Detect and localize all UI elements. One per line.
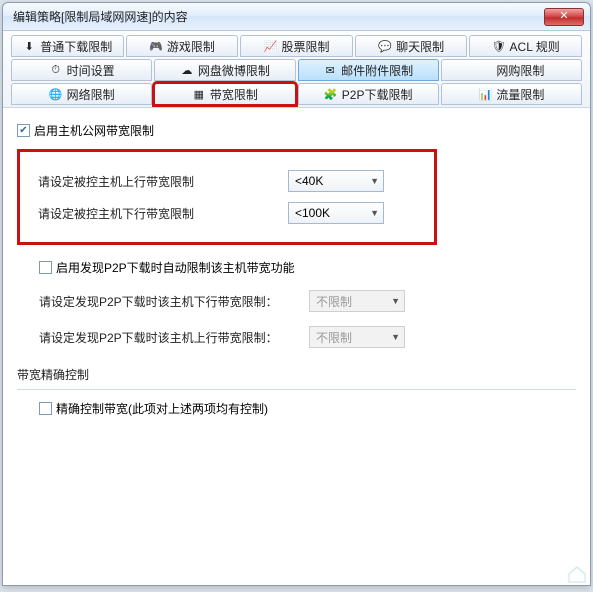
p2p-down-value: 不限制 <box>316 293 352 310</box>
precise-checkbox[interactable] <box>39 402 52 415</box>
tab-network-limit[interactable]: 🌐 网络限制 <box>11 83 152 105</box>
content-panel: ✔ 启用主机公网带宽限制 请设定被控主机上行带宽限制 <40K ▼ 请设定被控主… <box>3 108 590 584</box>
close-button[interactable]: ✕ <box>544 8 584 26</box>
house-icon <box>567 564 587 584</box>
precise-label: 精确控制带宽(此项对上述两项均有控制) <box>56 400 268 417</box>
p2p-icon: 🧩 <box>324 87 338 101</box>
p2p-down-select: 不限制 ▼ <box>309 290 405 312</box>
tab-time-setting[interactable]: ⏱ 时间设置 <box>11 59 152 81</box>
tab-game-limit[interactable]: 🎮 游戏限制 <box>126 35 239 57</box>
chevron-down-icon: ▼ <box>370 208 379 218</box>
chevron-down-icon: ▼ <box>391 332 400 342</box>
clock-icon: ⏱ <box>49 63 63 77</box>
downlink-value: <100K <box>295 206 330 220</box>
watermark <box>567 564 587 584</box>
titlebar: 编辑策略[限制局域网网速]的内容 ✕ <box>3 3 590 31</box>
divider <box>17 389 576 390</box>
tab-label: 时间设置 <box>67 62 115 79</box>
tab-label: P2P下载限制 <box>342 86 413 103</box>
p2p-auto-checkbox[interactable] <box>39 261 52 274</box>
uplink-label: 请设定被控主机上行带宽限制 <box>38 173 288 190</box>
tab-traffic-limit[interactable]: 📊 流量限制 <box>441 83 582 105</box>
tab-mail-attachment[interactable]: ✉ 邮件附件限制 <box>298 59 439 81</box>
p2p-auto-row: 启用发现P2P下载时自动限制该主机带宽功能 <box>39 259 576 276</box>
chevron-down-icon: ▼ <box>391 296 400 306</box>
precise-group-title: 带宽精确控制 <box>17 366 576 383</box>
tab-shopping-limit[interactable]: 网购限制 <box>441 59 582 81</box>
tab-label: ACL 规则 <box>510 38 560 55</box>
p2p-up-select: 不限制 ▼ <box>309 326 405 348</box>
window-title: 编辑策略[限制局域网网速]的内容 <box>13 8 188 25</box>
stock-icon: 📈 <box>263 39 277 53</box>
p2p-down-label: 请设定发现P2P下载时该主机下行带宽限制： <box>39 293 309 310</box>
tab-label: 普通下载限制 <box>40 38 112 55</box>
downlink-row: 请设定被控主机下行带宽限制 <100K ▼ <box>38 202 416 224</box>
cloud-icon: ☁ <box>180 63 194 77</box>
chat-icon: 💬 <box>378 39 392 53</box>
tab-label: 网络限制 <box>67 86 115 103</box>
tab-label: 游戏限制 <box>167 38 215 55</box>
chevron-down-icon: ▼ <box>370 176 379 186</box>
p2p-up-row: 请设定发现P2P下载时该主机上行带宽限制： 不限制 ▼ <box>39 326 576 348</box>
globe-icon: 🌐 <box>49 87 63 101</box>
tabstrip: ⬇ 普通下载限制 🎮 游戏限制 📈 股票限制 💬 聊天限制 🛡 ACL 规则 ⏱ 时间设置 … <box>3 31 590 108</box>
tab-chat-limit[interactable]: 💬 聊天限制 <box>355 35 468 57</box>
download-icon: ⬇ <box>22 39 36 53</box>
p2p-down-row: 请设定发现P2P下载时该主机下行带宽限制： 不限制 ▼ <box>39 290 576 312</box>
tab-label: 网盘微博限制 <box>198 62 270 79</box>
tab-label: 聊天限制 <box>396 38 444 55</box>
tab-netdisk-weibo[interactable]: ☁ 网盘微博限制 <box>154 59 295 81</box>
tab-stock-limit[interactable]: 📈 股票限制 <box>240 35 353 57</box>
uplink-value: <40K <box>295 174 323 188</box>
tab-row-2: ⏱ 时间设置 ☁ 网盘微博限制 ✉ 邮件附件限制 网购限制 <box>11 59 582 81</box>
shield-icon: 🛡 <box>492 39 506 53</box>
bandwidth-settings-highlight: 请设定被控主机上行带宽限制 <40K ▼ 请设定被控主机下行带宽限制 <100K… <box>17 149 437 245</box>
enable-bandwidth-label: 启用主机公网带宽限制 <box>34 122 154 139</box>
uplink-row: 请设定被控主机上行带宽限制 <40K ▼ <box>38 170 416 192</box>
tab-p2p-download[interactable]: 🧩 P2P下载限制 <box>298 83 439 105</box>
downlink-label: 请设定被控主机下行带宽限制 <box>38 205 288 222</box>
cart-icon <box>478 63 492 77</box>
tab-row-3: 🌐 网络限制 ▦ 带宽限制 🧩 P2P下载限制 📊 流量限制 <box>11 83 582 105</box>
tab-label: 网购限制 <box>496 62 544 79</box>
tab-bandwidth-limit[interactable]: ▦ 带宽限制 <box>154 83 295 105</box>
p2p-up-value: 不限制 <box>316 329 352 346</box>
tab-label: 流量限制 <box>496 86 544 103</box>
tab-label: 股票限制 <box>281 38 329 55</box>
tab-label: 邮件附件限制 <box>341 62 413 79</box>
bandwidth-icon: ▦ <box>192 87 206 101</box>
mail-icon: ✉ <box>323 63 337 77</box>
tab-row-1: ⬇ 普通下载限制 🎮 游戏限制 📈 股票限制 💬 聊天限制 🛡 ACL 规则 <box>11 35 582 57</box>
downlink-select[interactable]: <100K ▼ <box>288 202 384 224</box>
tab-label: 带宽限制 <box>210 86 258 103</box>
p2p-up-label: 请设定发现P2P下载时该主机上行带宽限制： <box>39 329 309 346</box>
enable-bandwidth-row: ✔ 启用主机公网带宽限制 <box>17 122 576 139</box>
dialog-window: 编辑策略[限制局域网网速]的内容 ✕ ⬇ 普通下载限制 🎮 游戏限制 📈 股票限制 💬… <box>2 2 591 586</box>
game-icon: 🎮 <box>149 39 163 53</box>
uplink-select[interactable]: <40K ▼ <box>288 170 384 192</box>
tab-acl-rules[interactable]: 🛡 ACL 规则 <box>469 35 582 57</box>
enable-bandwidth-checkbox[interactable]: ✔ <box>17 124 30 137</box>
precise-row: 精确控制带宽(此项对上述两项均有控制) <box>39 400 576 417</box>
p2p-auto-label: 启用发现P2P下载时自动限制该主机带宽功能 <box>56 259 295 276</box>
tab-normal-download[interactable]: ⬇ 普通下载限制 <box>11 35 124 57</box>
chart-icon: 📊 <box>478 87 492 101</box>
